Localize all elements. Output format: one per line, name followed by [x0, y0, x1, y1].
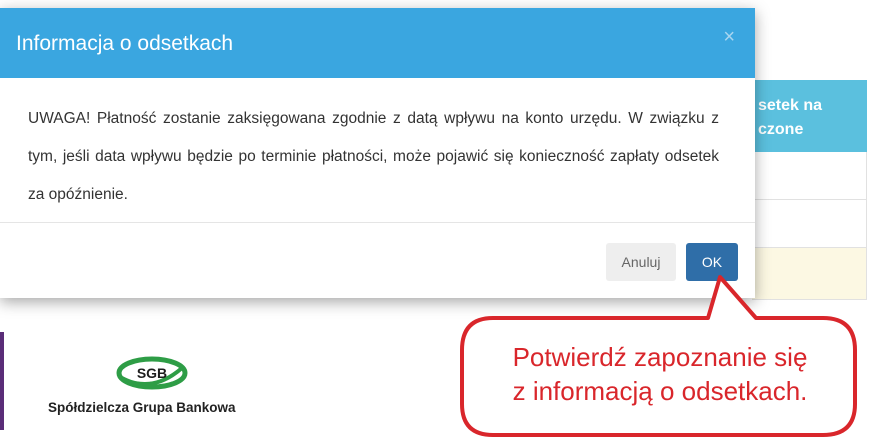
table-header-cell: setek na czone — [752, 80, 867, 152]
cancel-button[interactable]: Anuluj — [606, 243, 676, 281]
modal-header: Informacja o odsetkach × — [0, 8, 755, 78]
sgb-logo-badge-text: SGB — [137, 365, 167, 381]
ok-button[interactable]: OK — [686, 243, 738, 281]
table-row-highlighted — [752, 248, 867, 300]
modal-footer: Anuluj OK — [0, 223, 755, 298]
callout-line-2: z informacją o odsetkach. — [512, 376, 808, 406]
close-icon[interactable]: × — [723, 26, 735, 49]
modal-message: UWAGA! Płatność zostanie zaksięgowana zg… — [28, 110, 719, 203]
side-divider — [0, 332, 4, 430]
logo-name: Spółdzielcza Grupa Bankowa — [48, 400, 236, 415]
interest-info-modal: Informacja o odsetkach × UWAGA! Płatność… — [0, 8, 755, 298]
sgb-logo: SGB Spółdzielcza Grupa Bankowa — [48, 356, 268, 426]
table-row — [752, 200, 867, 248]
modal-title: Informacja o odsetkach — [16, 32, 234, 55]
modal-body: UWAGA! Płatność zostanie zaksięgowana zg… — [0, 78, 755, 223]
callout-text: Potwierdź zapoznanie się z informacją o … — [470, 340, 850, 408]
table-row — [752, 152, 867, 200]
sgb-logo-icon: SGB — [116, 356, 188, 390]
callout-line-1: Potwierdź zapoznanie się — [512, 342, 808, 372]
